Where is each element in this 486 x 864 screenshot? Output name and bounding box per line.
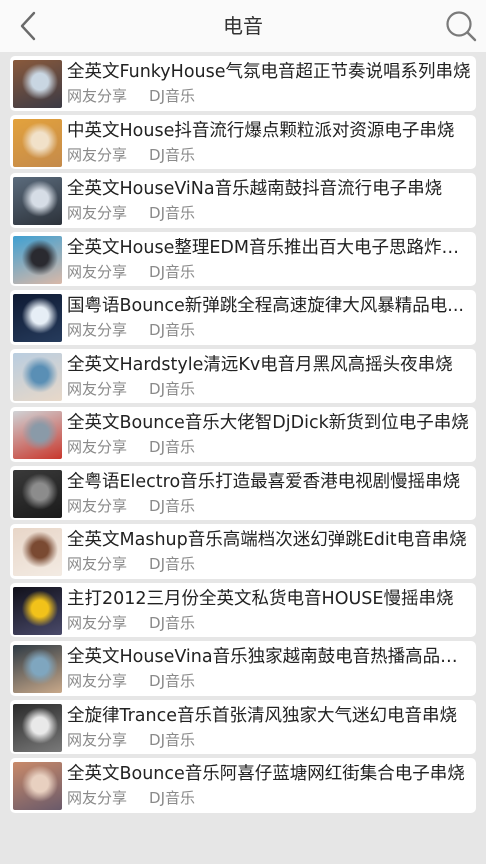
- track-author: 网友分享: [67, 555, 128, 573]
- track-title: 全粤语Electro音乐打造最喜爱香港电视剧慢摇串烧: [67, 471, 461, 492]
- track-meta: 网友分享 DJ音乐: [67, 731, 195, 749]
- track-author: 网友分享: [67, 204, 128, 222]
- cover-thumbnail: [13, 118, 62, 167]
- track-source: DJ音乐: [149, 730, 195, 749]
- track-author: 网友分享: [67, 672, 128, 690]
- track-title: 全英文HouseVina音乐独家越南鼓电音热播高品串烧: [67, 647, 473, 667]
- track-title: 全英文Mashup音乐高端档次迷幻弹跳Edit电音串烧: [67, 530, 467, 550]
- list-item[interactable]: 全粤语Electro音乐打造最喜爱香港电视剧慢摇串烧 网友分享 DJ音乐: [10, 465, 476, 520]
- search-icon[interactable]: [444, 9, 478, 43]
- list-item[interactable]: 全旋律Trance音乐首张清风独家大气迷幻电音串烧 网友分享 DJ音乐: [10, 699, 476, 754]
- list-item[interactable]: 全英文HouseVina音乐独家越南鼓电音热播高品串烧 网友分享 DJ音乐: [10, 641, 476, 696]
- track-author: 网友分享: [67, 87, 128, 105]
- list-item[interactable]: 全英文House整理EDM音乐推出百大电子思路炸场... 网友分享 DJ音乐: [10, 231, 476, 286]
- cover-thumbnail: [13, 177, 62, 225]
- cover-thumbnail: [13, 645, 62, 693]
- track-source: DJ音乐: [149, 672, 195, 690]
- track-title: 中英文House抖音流行爆点颗粒派对资源电子串烧: [67, 120, 455, 141]
- track-title: 全英文Hardstyle清远Kv电音月黑风高摇头夜串烧: [67, 354, 453, 375]
- list-item[interactable]: 全英文Bounce音乐大佬智DjDick新货到位电子串烧 网友分享 DJ音乐: [10, 407, 476, 462]
- track-meta: 网友分享 DJ音乐: [67, 87, 195, 105]
- track-author: 网友分享: [67, 496, 128, 515]
- cover-thumbnail: [13, 60, 62, 108]
- track-title: 全英文Bounce音乐大佬智DjDick新货到位电子串烧: [67, 413, 469, 433]
- cover-thumbnail: [13, 235, 62, 284]
- track-title: 全英文House整理EDM音乐推出百大电子思路炸场...: [67, 237, 473, 258]
- track-meta: 网友分享 DJ音乐: [67, 204, 195, 222]
- track-source: DJ音乐: [149, 262, 195, 281]
- cover-thumbnail: [13, 586, 62, 635]
- track-meta: 网友分享 DJ音乐: [67, 497, 195, 515]
- track-author: 网友分享: [67, 145, 128, 164]
- track-author: 网友分享: [67, 379, 128, 398]
- track-title: 国粤语Bounce新弹跳全程高速旋律大风暴精品电...: [67, 296, 464, 316]
- track-title: 全英文FunkyHouse气氛电音超正节奏说唱系列串烧: [67, 62, 471, 82]
- track-source: DJ音乐: [149, 145, 195, 164]
- list-item[interactable]: 国粤语Bounce新弹跳全程高速旋律大风暴精品电... 网友分享 DJ音乐: [10, 290, 476, 345]
- track-meta: 网友分享 DJ音乐: [67, 789, 195, 807]
- track-meta: 网友分享 DJ音乐: [67, 672, 195, 690]
- cover-thumbnail: [13, 352, 62, 401]
- list-item[interactable]: 全英文FunkyHouse气氛电音超正节奏说唱系列串烧 网友分享 DJ音乐: [10, 56, 476, 111]
- track-source: DJ音乐: [149, 555, 195, 573]
- list-item[interactable]: 主打2012三月份全英文私货电音HOUSE慢摇串烧 网友分享 DJ音乐: [10, 582, 476, 637]
- cover-thumbnail: [13, 528, 62, 576]
- cover-thumbnail: [13, 762, 62, 810]
- track-meta: 网友分享 DJ音乐: [67, 146, 195, 164]
- track-list: 全英文FunkyHouse气氛电音超正节奏说唱系列串烧 网友分享 DJ音乐 中英文Ho…: [0, 52, 486, 813]
- cover-thumbnail: [13, 703, 62, 752]
- track-title: 全英文HouseViNa音乐越南鼓抖音流行电子串烧: [67, 179, 443, 199]
- track-meta: 网友分享 DJ音乐: [67, 614, 195, 632]
- list-item[interactable]: 全英文Bounce音乐阿喜仔蓝塘网红街集合电子串烧 网友分享 DJ音乐: [10, 758, 476, 813]
- cover-thumbnail: [13, 411, 62, 459]
- track-source: DJ音乐: [149, 204, 195, 222]
- track-source: DJ音乐: [149, 87, 195, 105]
- track-author: 网友分享: [67, 262, 128, 281]
- track-source: DJ音乐: [149, 613, 195, 632]
- track-source: DJ音乐: [149, 789, 195, 807]
- list-item[interactable]: 全英文HouseViNa音乐越南鼓抖音流行电子串烧 网友分享 DJ音乐: [10, 173, 476, 228]
- track-meta: 网友分享 DJ音乐: [67, 321, 195, 339]
- list-item[interactable]: 中英文House抖音流行爆点颗粒派对资源电子串烧 网友分享 DJ音乐: [10, 114, 476, 169]
- track-title: 主打2012三月份全英文私货电音HOUSE慢摇串烧: [67, 588, 454, 609]
- track-meta: 网友分享 DJ音乐: [67, 263, 195, 281]
- cover-thumbnail: [13, 469, 62, 518]
- list-item[interactable]: 全英文Mashup音乐高端档次迷幻弹跳Edit电音串烧 网友分享 DJ音乐: [10, 524, 476, 579]
- list-item[interactable]: 全英文Hardstyle清远Kv电音月黑风高摇头夜串烧 网友分享 DJ音乐: [10, 348, 476, 403]
- top-bar: 电音: [0, 0, 486, 52]
- track-title: 全英文Bounce音乐阿喜仔蓝塘网红街集合电子串烧: [67, 764, 465, 784]
- track-source: DJ音乐: [149, 438, 195, 456]
- track-meta: 网友分享 DJ音乐: [67, 380, 195, 398]
- track-author: 网友分享: [67, 321, 128, 339]
- page-title: 电音: [223, 14, 263, 38]
- track-meta: 网友分享 DJ音乐: [67, 438, 195, 456]
- track-author: 网友分享: [67, 730, 128, 749]
- track-meta: 网友分享 DJ音乐: [67, 555, 195, 573]
- track-source: DJ音乐: [149, 321, 195, 339]
- track-author: 网友分享: [67, 438, 128, 456]
- track-source: DJ音乐: [149, 379, 195, 398]
- track-source: DJ音乐: [149, 496, 195, 515]
- track-author: 网友分享: [67, 613, 128, 632]
- cover-thumbnail: [13, 294, 62, 342]
- track-author: 网友分享: [67, 789, 128, 807]
- track-title: 全旋律Trance音乐首张清风独家大气迷幻电音串烧: [67, 705, 458, 726]
